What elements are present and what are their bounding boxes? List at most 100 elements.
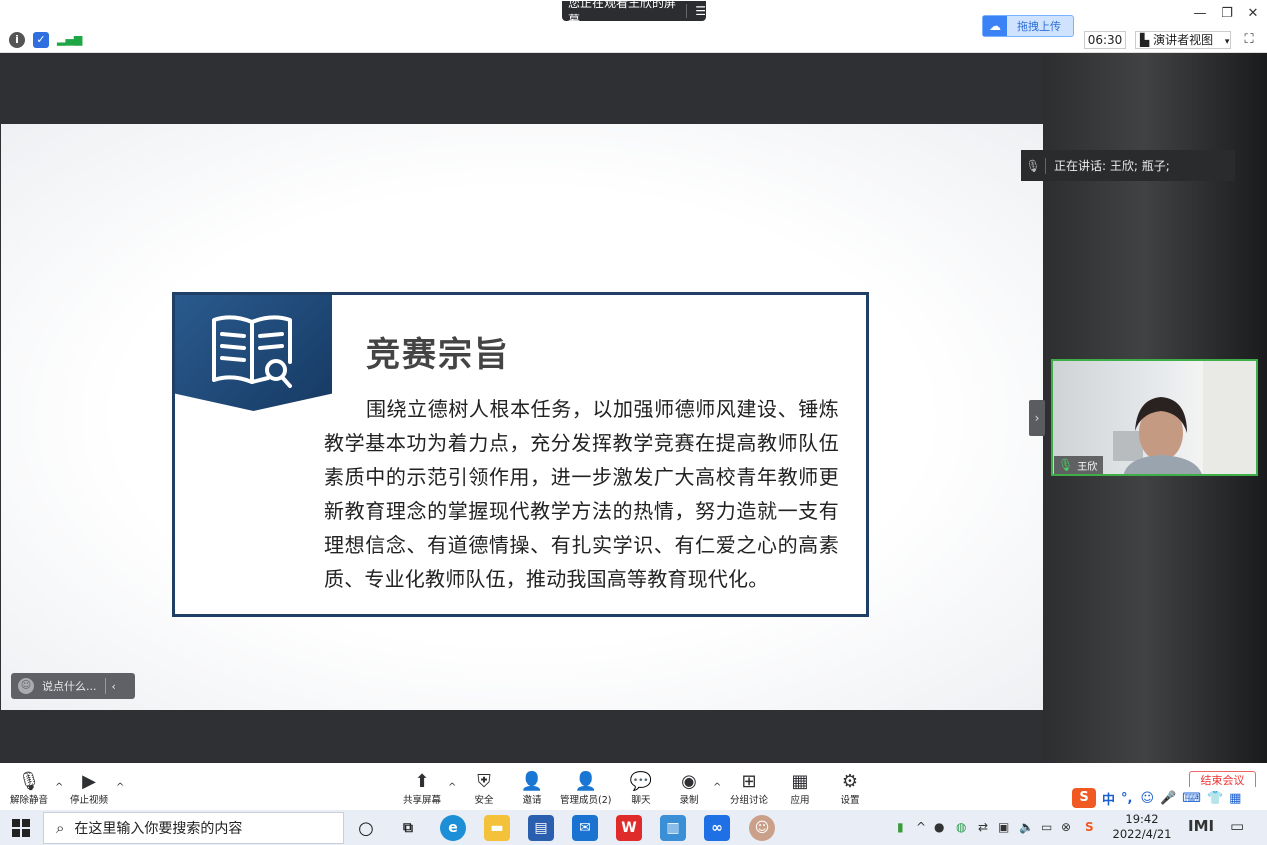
chat-button[interactable]: 💬 聊天 <box>629 770 653 808</box>
speaker-view-icon: ▙ <box>1140 33 1150 47</box>
clock-time: 19:42 <box>1125 812 1159 826</box>
clock-date: 2022/4/21 <box>1112 827 1172 841</box>
apps-label: 应用 <box>790 795 810 806</box>
cloud-icon: ☁ <box>983 16 1007 36</box>
user-photo-app-icon[interactable]: ☺ <box>749 815 775 841</box>
muted-mic-icon: 🎙 <box>17 770 41 792</box>
info-icon[interactable]: i <box>9 32 25 48</box>
unmute-label: 解除静音 <box>10 795 49 806</box>
toolbox-grid-icon[interactable]: ▦ <box>1229 791 1241 806</box>
signal-icon[interactable]: ▂▄▆ <box>57 32 82 48</box>
search-icon: ⌕ <box>56 819 65 837</box>
mic-active-icon: 🎙 <box>1058 458 1074 472</box>
meeting-timer: 06:30 <box>1084 31 1126 49</box>
settings-button[interactable]: ⚙ 设置 <box>838 770 862 808</box>
cortana-icon[interactable]: ○ <box>353 815 379 841</box>
upload-button[interactable]: ☁ 拖拽上传 <box>982 15 1074 37</box>
minimize-button[interactable]: — <box>1187 4 1213 24</box>
panel-toggle-button[interactable]: › <box>1029 400 1045 436</box>
taskbar-clock[interactable]: 19:42 2022/4/21 <box>1112 812 1172 842</box>
speaking-indicator: 🎙 正在讲话: 王欣; 瓶子; <box>1021 150 1235 181</box>
ime-punctuation[interactable]: °, <box>1121 791 1132 806</box>
view-mode-select[interactable]: ▙ 演讲者视图 ▾ <box>1135 31 1231 49</box>
security-label: 安全 <box>474 795 494 806</box>
slide-body-text: 围绕立德树人根本任务，以加强师德师风建设、锤炼教学基本功为着力点，充分发挥教学竞… <box>324 397 839 591</box>
wps-office-icon[interactable]: W <box>616 815 642 841</box>
share-banner-label: 您正在观看王欣的屏幕 <box>568 0 677 27</box>
unmute-button[interactable]: 🎙 解除静音 <box>10 770 48 808</box>
fullscreen-icon[interactable]: ⛶ <box>1240 31 1258 49</box>
shield-icon[interactable]: ✓ <box>33 32 49 48</box>
chat-input-pill[interactable]: ☺ 说点什么... ‹ <box>11 673 135 699</box>
muted-mic-icon: 🎙 <box>1025 158 1041 173</box>
camera-icon: ▶ <box>82 770 96 792</box>
stop-video-button[interactable]: ▶ 停止视频 <box>70 770 108 808</box>
audio-options-caret[interactable]: ^ <box>55 782 63 793</box>
taskbar-search-input[interactable]: ⌕ 在这里输入你要搜索的内容 <box>43 812 344 844</box>
ime-mode[interactable]: 中 <box>1102 789 1115 808</box>
slide-title: 竞赛宗旨 <box>366 335 510 375</box>
chat-label: 聊天 <box>631 795 651 806</box>
breakout-label: 分组讨论 <box>730 795 769 806</box>
close-button[interactable]: ✕ <box>1240 4 1266 24</box>
video-options-caret[interactable]: ^ <box>116 782 124 793</box>
restore-button[interactable]: ❐ <box>1214 4 1240 24</box>
chevron-down-icon: ▾ <box>1224 37 1230 47</box>
record-options-caret[interactable]: ^ <box>713 782 721 793</box>
emoji-icon[interactable]: ☺ <box>1140 791 1154 806</box>
search-placeholder: 在这里输入你要搜索的内容 <box>74 821 243 837</box>
share-screen-button[interactable]: ⬆ 共享屏幕 <box>403 770 441 808</box>
qq-tray-icon[interactable]: ● <box>934 820 944 834</box>
security-shield-icon: ⛨ <box>477 770 491 792</box>
security-button[interactable]: ⛨ 安全 <box>472 770 496 808</box>
notification-icon[interactable]: ▭ <box>1230 817 1244 835</box>
task-view-icon[interactable]: ⧉ <box>395 815 421 841</box>
store-icon[interactable]: ▤ <box>528 815 554 841</box>
display-tray-icon[interactable]: ▣ <box>998 820 1009 834</box>
record-label: 录制 <box>679 795 699 806</box>
participant-name: 王欣 <box>1077 461 1098 473</box>
record-button[interactable]: ◉ 录制 <box>677 770 701 808</box>
sogou-tray-icon[interactable]: S <box>1085 820 1094 834</box>
battery-tray-icon[interactable]: ▮ <box>897 820 904 834</box>
skin-shirt-icon[interactable]: 👕 <box>1207 791 1223 806</box>
voice-mic-icon[interactable]: 🎤 <box>1160 791 1176 806</box>
keyboard-icon[interactable]: ⌨ <box>1182 791 1201 806</box>
volume-icon[interactable]: 🔈 <box>1019 820 1034 834</box>
app-tray-icon[interactable]: ◍ <box>956 820 966 834</box>
share-banner[interactable]: 您正在观看王欣的屏幕 ☰ <box>562 0 706 27</box>
ime-toolbar[interactable]: S 中 °, ☺ 🎤 ⌨ 👕 ▦ <box>1072 787 1257 809</box>
tencent-meeting-icon[interactable]: ∞ <box>704 815 730 841</box>
breakout-button[interactable]: ⊞ 分组讨论 <box>730 770 768 808</box>
record-icon: ◉ <box>681 770 697 792</box>
close-circle-icon[interactable]: ⊗ <box>1061 820 1071 834</box>
collapse-chat-icon[interactable]: ‹ <box>112 680 116 693</box>
chat-placeholder: 说点什么... <box>42 680 97 693</box>
chevron-up-icon[interactable]: ^ <box>916 820 926 834</box>
network-tray-icon[interactable]: ⇄ <box>978 820 988 834</box>
book-search-icon <box>212 315 292 388</box>
participant-name-tag: 🎙 王欣 <box>1054 456 1104 474</box>
chat-bubble-icon: 💬 <box>629 770 653 792</box>
notes-app-icon[interactable]: ▥ <box>660 815 686 841</box>
share-screen-label: 共享屏幕 <box>403 795 442 806</box>
windows-start-icon[interactable] <box>12 819 30 837</box>
edge-browser-icon[interactable]: e <box>440 815 466 841</box>
manage-members-button[interactable]: 👤 管理成员(2) <box>560 770 611 808</box>
share-options-caret[interactable]: ^ <box>448 782 456 793</box>
invite-button[interactable]: 👤 邀请 <box>520 770 544 808</box>
emoji-icon[interactable]: ☺ <box>18 678 34 694</box>
mail-icon[interactable]: ✉ <box>572 815 598 841</box>
input-method-label: M <box>1193 817 1209 835</box>
members-icon: 👤 <box>574 770 597 792</box>
file-explorer-icon[interactable]: ▬ <box>484 815 510 841</box>
view-mode-label: 演讲者视图 <box>1153 33 1214 47</box>
apps-button[interactable]: ▦ 应用 <box>788 770 812 808</box>
input-method-indicator[interactable]: IMI <box>1188 817 1214 835</box>
gear-icon: ⚙ <box>841 770 859 792</box>
menu-lines-icon[interactable]: ☰ <box>695 4 706 18</box>
manage-members-label: 管理成员(2) <box>560 795 612 806</box>
settings-label: 设置 <box>840 795 860 806</box>
battery-icon[interactable]: ▭ <box>1041 820 1052 834</box>
sogou-logo-icon: S <box>1072 788 1096 808</box>
